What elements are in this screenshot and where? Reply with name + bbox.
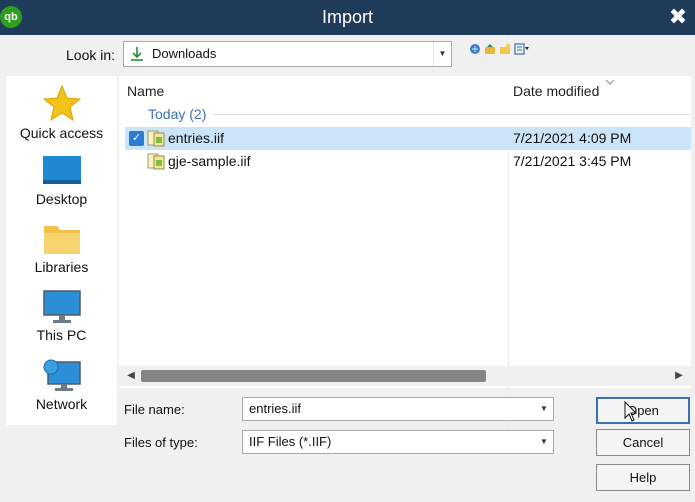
checkmark-icon[interactable]: ✓ [129, 131, 144, 146]
place-network[interactable]: Network [6, 359, 117, 412]
look-in-dropdown[interactable]: Downloads ▼ [123, 41, 452, 67]
file-list[interactable]: Name Date modified [119, 76, 691, 442]
file-type-value: IIF Files (*.IIF) [249, 434, 332, 449]
toolbar [469, 41, 530, 57]
desktop-icon [42, 156, 81, 184]
iif-file-icon [147, 130, 165, 147]
view-menu-icon[interactable] [514, 43, 530, 55]
iif-file-icon [147, 153, 165, 170]
file-date: 7/21/2021 3:45 PM [513, 153, 632, 169]
look-in-value: Downloads [152, 46, 217, 61]
column-header-date[interactable]: Date modified [513, 83, 599, 99]
close-button[interactable]: ✖ [667, 5, 689, 29]
place-label: Network [35, 396, 88, 412]
monitor-icon [42, 290, 81, 323]
chevron-down-icon[interactable]: ▼ [433, 42, 451, 66]
back-globe-icon[interactable] [469, 43, 481, 55]
folder-icon [43, 226, 80, 254]
file-type-label: Files of type: [124, 435, 198, 450]
look-in-label: Look in: [66, 47, 116, 63]
scroll-right-icon[interactable]: ▶ [672, 369, 686, 383]
horizontal-scrollbar[interactable]: ◀ ▶ [119, 366, 691, 386]
chevron-down-icon[interactable]: ▼ [535, 398, 553, 420]
file-name-label: File name: [124, 402, 185, 417]
place-label: Libraries [34, 259, 89, 275]
scrollbar-thumb[interactable] [141, 370, 486, 382]
scroll-left-icon[interactable]: ◀ [124, 369, 138, 383]
file-type-dropdown[interactable]: IIF Files (*.IIF) ▼ [242, 430, 554, 454]
title-bar: qb Import ✖ [0, 0, 695, 35]
file-date: 7/21/2021 4:09 PM [513, 130, 632, 146]
sort-chevron-icon [605, 79, 615, 85]
open-button[interactable]: Open [596, 397, 690, 424]
mouse-cursor-icon [624, 401, 638, 422]
file-name-field[interactable]: entries.iif ▼ [242, 397, 554, 421]
places-bar: Quick access Desktop Libraries This PC N… [6, 76, 117, 425]
file-name-value: entries.iif [249, 401, 302, 416]
group-header-today[interactable]: Today (2) [148, 106, 206, 122]
file-name: gje-sample.iif [168, 153, 251, 169]
place-label: This PC [36, 327, 87, 343]
group-divider [213, 114, 690, 115]
place-this-pc[interactable]: This PC [6, 290, 117, 343]
file-row[interactable]: gje-sample.iif 7/21/2021 3:45 PM [125, 150, 691, 173]
cancel-button[interactable]: Cancel [596, 429, 690, 456]
place-quick-access[interactable]: Quick access [6, 84, 117, 141]
help-button[interactable]: Help [596, 464, 690, 491]
file-row[interactable]: ✓ entries.iif 7/21/2021 4:09 PM [125, 127, 691, 150]
column-header-name[interactable]: Name [127, 83, 164, 99]
place-desktop[interactable]: Desktop [6, 154, 117, 207]
download-arrow-icon [131, 47, 143, 61]
star-icon [42, 84, 81, 122]
place-label: Quick access [19, 125, 104, 141]
up-folder-icon[interactable] [484, 43, 496, 55]
file-name: entries.iif [168, 130, 225, 146]
network-icon [43, 359, 81, 391]
window-title: Import [321, 7, 373, 27]
new-folder-icon[interactable] [499, 43, 511, 55]
place-label: Desktop [35, 191, 88, 207]
place-libraries[interactable]: Libraries [6, 222, 117, 275]
chevron-down-icon[interactable]: ▼ [535, 431, 553, 453]
